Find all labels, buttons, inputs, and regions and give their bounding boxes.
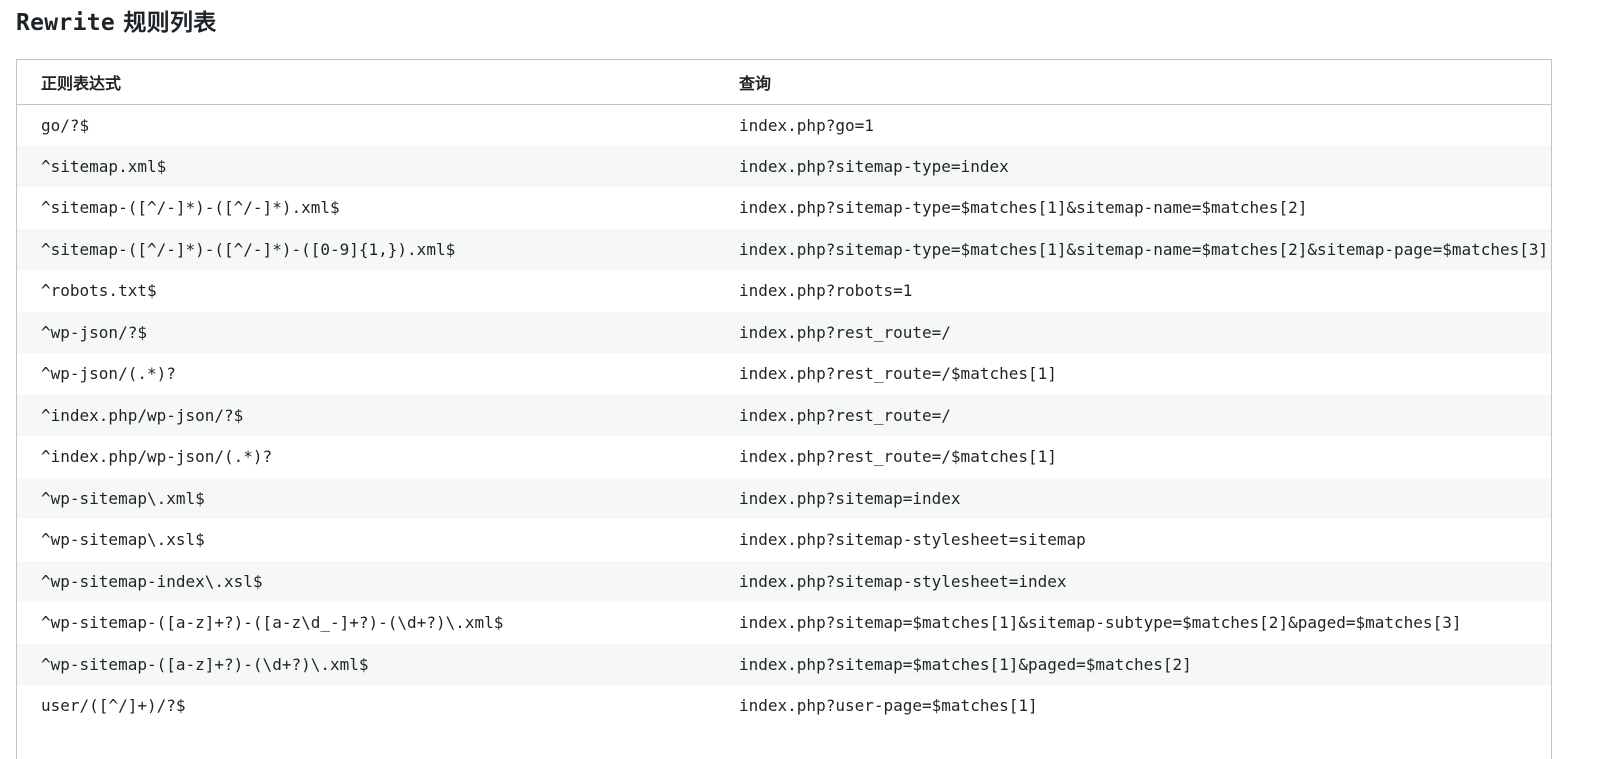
rule-regex-cell: ^wp-json/?$: [17, 311, 715, 353]
page-title-latin: Rewrite: [16, 10, 116, 36]
rule-regex-cell: ^wp-sitemap-([a-z]+?)-(\d+?)\.xml$: [17, 643, 715, 685]
table-row: ^index.php/wp-json/(.*)? index.php?rest_r…: [17, 436, 1551, 478]
rule-regex-cell: ^wp-sitemap-index\.xsl$: [17, 560, 715, 602]
table-row: ^wp-json/(.*)? index.php?rest_route=/$mat…: [17, 353, 1551, 395]
rule-regex-cell: ^sitemap-([^/-]*)-([^/-]*).xml$: [41, 198, 340, 218]
table-row: ^sitemap-([^/-]*)-([^/-]*).xml$ index.php…: [17, 187, 1551, 229]
rule-query-cell: index.php?rest_route=/$matches[1]: [739, 447, 1057, 467]
rule-query-cell: index.php?rest_route=/: [715, 311, 1551, 353]
column-header-query: 查询: [715, 60, 1551, 105]
rule-regex-cell: ^wp-sitemap\.xml$: [17, 477, 715, 519]
rule-regex-cell: ^wp-json/(.*)?: [41, 364, 176, 384]
rule-query-cell: index.php?rest_route=/$matches[1]: [739, 364, 1057, 384]
rule-query-cell: index.php?sitemap-type=index: [715, 145, 1551, 187]
rule-query-cell: index.php?sitemap=$matches[1]&paged=$mat…: [715, 643, 1551, 685]
column-header-regex: 正则表达式: [17, 60, 715, 105]
rule-query-cell: index.php?sitemap=index: [715, 477, 1551, 519]
table-row: ^wp-sitemap\.xsl$ index.php?sitemap-style…: [17, 519, 1551, 561]
rule-regex-cell: ^sitemap.xml$: [17, 145, 715, 187]
rule-query-cell: index.php?go=1: [739, 115, 874, 135]
table-row: ^wp-json/?$ index.php?rest_route=/: [17, 311, 1551, 353]
rule-regex-cell: go/?$: [41, 115, 90, 135]
table-row: ^robots.txt$ index.php?robots=1: [17, 270, 1551, 312]
rule-regex-cell: ^wp-sitemap\.xsl$: [41, 530, 205, 550]
table-row: ^sitemap-([^/-]*)-([^/-]*)-([0-9]{1,}).x…: [17, 228, 1551, 270]
table-row: user/([^/]+)/?$ index.php?user-page=$matc…: [17, 685, 1551, 727]
table-row: ^wp-sitemap-index\.xsl$ index.php?sitemap…: [17, 560, 1551, 602]
table-row: go/?$ index.php?go=1: [17, 104, 1551, 146]
page-title: Rewrite 规则列表: [16, 6, 217, 40]
rule-query-cell: index.php?robots=1: [739, 281, 913, 301]
rule-regex-cell: ^robots.txt$: [41, 281, 157, 301]
rule-query-cell: index.php?user-page=$matches[1]: [739, 696, 1038, 716]
table-row: ^index.php/wp-json/?$ index.php?rest_rout…: [17, 394, 1551, 436]
rule-query-cell: index.php?rest_route=/: [715, 394, 1551, 436]
rule-query-cell: index.php?sitemap-stylesheet=index: [715, 560, 1551, 602]
page-title-cjk: 规则列表: [123, 10, 217, 36]
table-header-row: 正则表达式 查询: [17, 60, 1551, 105]
table-row: ^wp-sitemap-([a-z]+?)-(\d+?)\.xml$ index.…: [17, 643, 1551, 685]
rule-query-cell: index.php?sitemap-type=$matches[1]&sitem…: [715, 228, 1551, 270]
rule-query-cell: index.php?sitemap-type=$matches[1]&sitem…: [739, 198, 1308, 218]
rule-regex-cell: ^wp-sitemap-([a-z]+?)-([a-z\d_-]+?)-(\d+…: [41, 613, 504, 633]
table-row: ^wp-sitemap\.xml$ index.php?sitemap=index: [17, 477, 1551, 519]
table-row: ^sitemap.xml$ index.php?sitemap-type=inde…: [17, 145, 1551, 187]
rule-regex-cell: ^index.php/wp-json/(.*)?: [41, 447, 273, 467]
rule-regex-cell: user/([^/]+)/?$: [41, 696, 186, 716]
rule-regex-cell: ^sitemap-([^/-]*)-([^/-]*)-([0-9]{1,}).x…: [17, 228, 715, 270]
rule-query-cell: index.php?sitemap=$matches[1]&sitemap-su…: [739, 613, 1462, 633]
rule-query-cell: index.php?sitemap-stylesheet=sitemap: [739, 530, 1086, 550]
table-row: ^wp-sitemap-([a-z]+?)-([a-z\d_-]+?)-(\d+…: [17, 602, 1551, 644]
rule-regex-cell: ^index.php/wp-json/?$: [17, 394, 715, 436]
table-body: go/?$ index.php?go=1 ^sitemap.xml$ index.ph…: [17, 104, 1551, 727]
rewrite-rules-table: 正则表达式 查询 go/?$ index.php?go=1 ^sitemap.xml…: [16, 59, 1552, 759]
